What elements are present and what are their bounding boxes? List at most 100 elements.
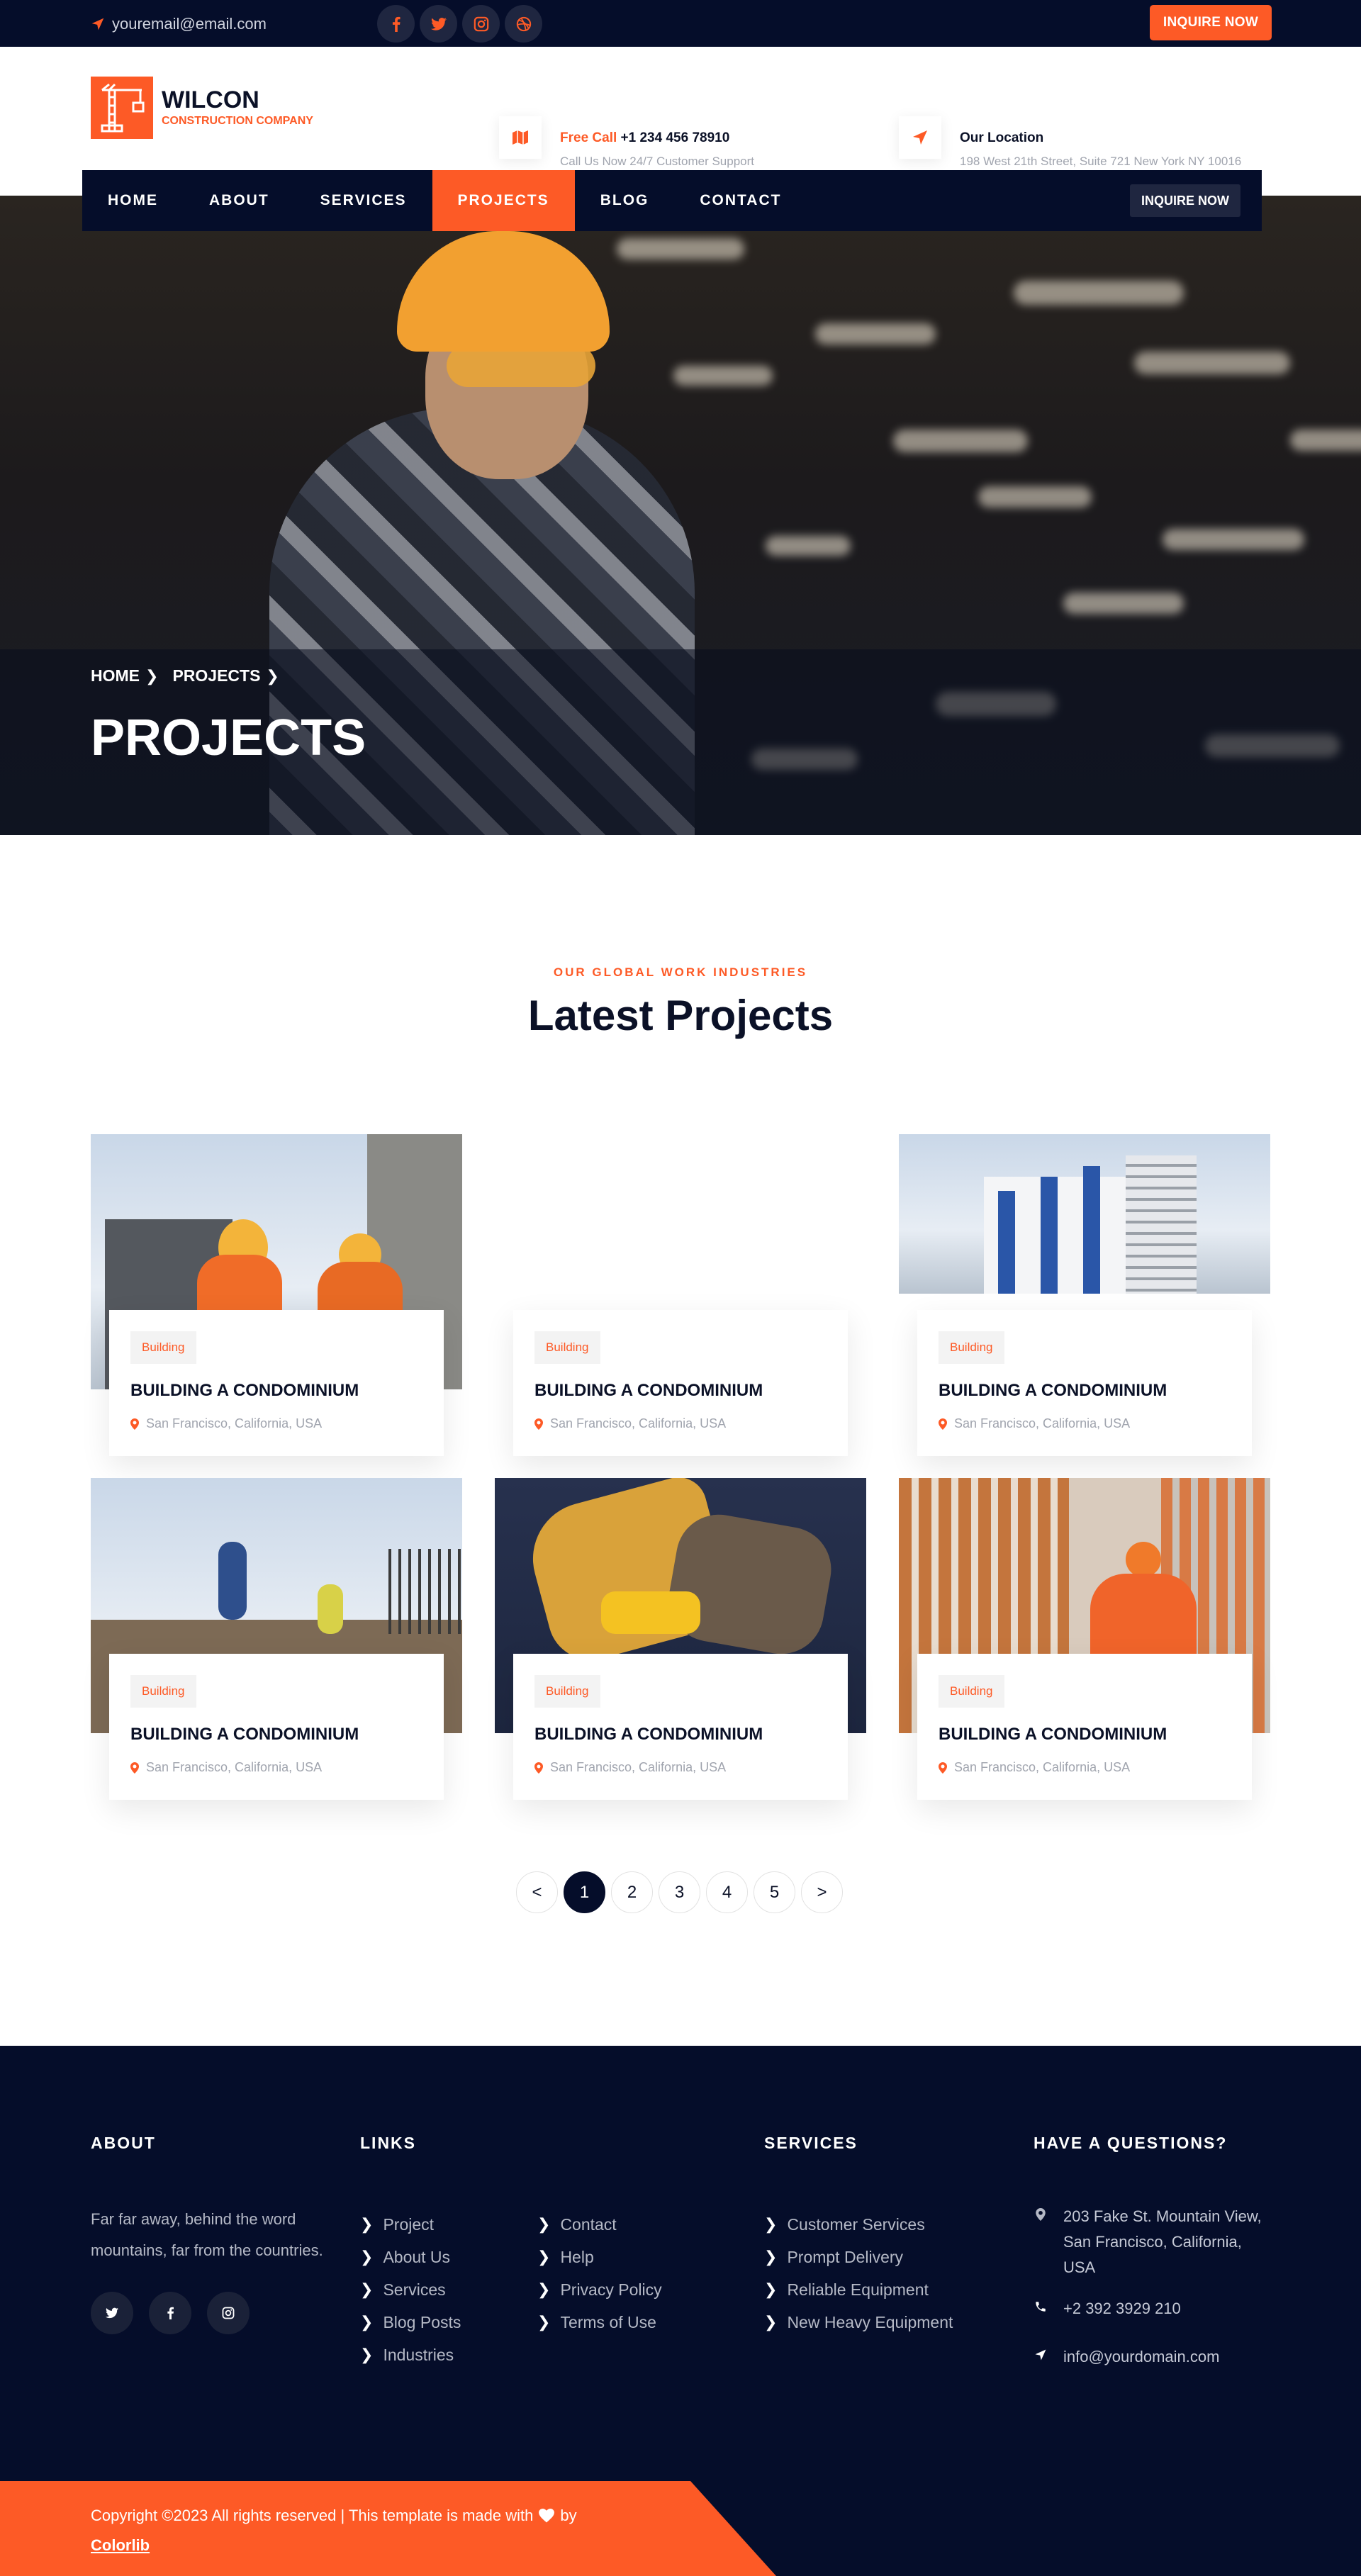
nav-inquire-button[interactable]: INQUIRE NOW bbox=[1130, 184, 1240, 217]
copyright-bar: Copyright ©2023 All rights reserved | Th… bbox=[0, 2481, 776, 2576]
hero-bokeh bbox=[1014, 281, 1184, 305]
map-pin-icon bbox=[939, 1762, 947, 1774]
project-title[interactable]: BUILDING A CONDOMINIUM bbox=[534, 1381, 827, 1401]
map-pin-icon bbox=[534, 1762, 543, 1774]
logo[interactable]: WILCON CONSTRUCTION COMPANY bbox=[91, 77, 313, 139]
project-title[interactable]: BUILDING A CONDOMINIUM bbox=[534, 1725, 827, 1745]
project-card[interactable]: Building BUILDING A CONDOMINIUM San Fran… bbox=[899, 1478, 1270, 1804]
copyright-text: Copyright ©2023 All rights reserved | Th… bbox=[91, 2507, 577, 2525]
nav-contact[interactable]: CONTACT bbox=[674, 170, 807, 231]
pagination-prev[interactable]: < bbox=[516, 1871, 558, 1913]
footer-about-heading: ABOUT bbox=[91, 2134, 156, 2152]
pagination-page-3[interactable]: 3 bbox=[659, 1871, 700, 1913]
footer-service-label: Reliable Equipment bbox=[787, 2280, 929, 2299]
topbar-inquire-button[interactable]: INQUIRE NOW bbox=[1150, 5, 1272, 40]
pagination-page-1[interactable]: 1 bbox=[564, 1871, 605, 1913]
footer-links-col1: ❯ Project ❯ About Us ❯ Services ❯ Blog Posts… bbox=[360, 2204, 537, 2375]
nav-blog[interactable]: BLOG bbox=[575, 170, 675, 231]
call-phone: +1 234 456 78910 bbox=[620, 130, 730, 145]
project-tag[interactable]: Building bbox=[130, 1675, 196, 1708]
chevron-right-icon: ❯ bbox=[537, 2313, 551, 2331]
chevron-right-icon: ❯ bbox=[764, 2313, 778, 2331]
instagram-icon[interactable] bbox=[462, 5, 500, 43]
nav-home[interactable]: HOME bbox=[82, 170, 184, 231]
top-bar: youremail@email.com INQUIRE NOW bbox=[0, 0, 1361, 47]
project-location-text: San Francisco, California, USA bbox=[954, 1760, 1131, 1774]
project-tag[interactable]: Building bbox=[939, 1331, 1004, 1364]
project-tag[interactable]: Building bbox=[939, 1675, 1004, 1708]
footer-service-new-heavy-equipment[interactable]: ❯ New Heavy Equipment bbox=[764, 2302, 953, 2343]
logo-subtitle: CONSTRUCTION COMPANY bbox=[162, 115, 313, 127]
project-title[interactable]: BUILDING A CONDOMINIUM bbox=[939, 1381, 1231, 1401]
dribbble-icon[interactable] bbox=[505, 5, 542, 43]
footer-link-label: Contact bbox=[560, 2214, 617, 2234]
footer-links: LINKS ❯ Project ❯ About Us ❯ Services ❯ Blog… bbox=[360, 2134, 662, 2375]
footer-about: ABOUT Far far away, behind the word moun… bbox=[91, 2134, 325, 2334]
twitter-icon[interactable] bbox=[420, 5, 457, 43]
chevron-right-icon: ❯ bbox=[360, 2280, 374, 2298]
chevron-right-icon: ❯ bbox=[764, 2280, 778, 2298]
project-title[interactable]: BUILDING A CONDOMINIUM bbox=[939, 1725, 1231, 1745]
chevron-right-icon: ❯ bbox=[764, 2248, 778, 2266]
topbar-email-text: youremail@email.com bbox=[112, 15, 267, 33]
project-title[interactable]: BUILDING A CONDOMINIUM bbox=[130, 1381, 422, 1401]
nav-services[interactable]: SERVICES bbox=[295, 170, 432, 231]
hero-bokeh bbox=[1134, 352, 1290, 374]
hero-bokeh bbox=[617, 238, 744, 259]
chevron-right-icon: ❯ bbox=[537, 2280, 551, 2298]
project-card[interactable]: Building BUILDING A CONDOMINIUM San Fran… bbox=[91, 1478, 462, 1804]
call-title[interactable]: Free Call +1 234 456 78910 bbox=[560, 130, 754, 146]
instagram-icon[interactable] bbox=[207, 2292, 250, 2334]
footer-link-label: Blog Posts bbox=[383, 2312, 461, 2331]
project-location-text: San Francisco, California, USA bbox=[146, 1760, 323, 1774]
pagination: < 1 2 3 4 5 > bbox=[516, 1871, 843, 1913]
pagination-page-2[interactable]: 2 bbox=[611, 1871, 653, 1913]
topbar-socials bbox=[377, 5, 542, 43]
footer-link-industries[interactable]: ❯ Industries bbox=[360, 2334, 537, 2375]
facebook-icon[interactable] bbox=[377, 5, 415, 43]
topbar-email[interactable]: youremail@email.com bbox=[91, 15, 267, 33]
project-title[interactable]: BUILDING A CONDOMINIUM bbox=[130, 1725, 422, 1745]
project-tag[interactable]: Building bbox=[534, 1331, 600, 1364]
paper-plane-icon bbox=[91, 18, 104, 30]
footer-link-label: Privacy Policy bbox=[560, 2280, 662, 2299]
header-call-block: Free Call +1 234 456 78910 Call Us Now 2… bbox=[499, 116, 755, 169]
project-tag[interactable]: Building bbox=[534, 1675, 600, 1708]
project-card[interactable]: Building BUILDING A CONDOMINIUM San Fran… bbox=[495, 1478, 866, 1804]
footer-link-terms-of-use[interactable]: ❯ Terms of Use bbox=[537, 2302, 662, 2343]
breadcrumb-projects-label: PROJECTS bbox=[172, 666, 261, 685]
call-subtitle: Call Us Now 24/7 Customer Support bbox=[560, 155, 755, 168]
project-card[interactable]: Building BUILDING A CONDOMINIUM San Fran… bbox=[899, 1134, 1270, 1460]
call-label: Free Call bbox=[560, 130, 617, 145]
project-location: San Francisco, California, USA bbox=[939, 1760, 1231, 1775]
footer-phone[interactable]: +2 392 3929 210 bbox=[1034, 2296, 1275, 2322]
hero-bokeh bbox=[1163, 529, 1304, 550]
project-card[interactable]: Building BUILDING A CONDOMINIUM San Fran… bbox=[91, 1134, 462, 1460]
project-location: San Francisco, California, USA bbox=[534, 1416, 827, 1431]
page-title: PROJECTS bbox=[91, 710, 366, 766]
map-pin-icon bbox=[130, 1418, 139, 1430]
footer-contact-list: 203 Fake St. Mountain View, San Francisc… bbox=[1034, 2204, 1275, 2370]
hero-bokeh bbox=[978, 486, 1092, 508]
project-card[interactable]: Building BUILDING A CONDOMINIUM San Fran… bbox=[495, 1134, 866, 1460]
project-image bbox=[899, 1134, 1270, 1294]
breadcrumb-home[interactable]: HOME ❯ bbox=[91, 666, 158, 685]
footer-about-text: Far far away, behind the word mountains,… bbox=[91, 2210, 323, 2259]
map-pin-icon bbox=[1036, 2208, 1046, 2221]
nav-about[interactable]: ABOUT bbox=[184, 170, 295, 231]
project-tag[interactable]: Building bbox=[130, 1331, 196, 1364]
pagination-page-4[interactable]: 4 bbox=[706, 1871, 748, 1913]
nav-projects[interactable]: PROJECTS bbox=[432, 170, 575, 231]
crane-icon bbox=[91, 77, 153, 139]
pagination-page-5[interactable]: 5 bbox=[754, 1871, 795, 1913]
footer-service-label: New Heavy Equipment bbox=[787, 2312, 953, 2331]
heart-icon bbox=[539, 2509, 555, 2523]
pagination-next[interactable]: > bbox=[801, 1871, 843, 1913]
colorlib-link[interactable]: Colorlib bbox=[91, 2536, 150, 2555]
facebook-icon[interactable] bbox=[149, 2292, 191, 2334]
chevron-right-icon: ❯ bbox=[266, 666, 279, 685]
map-icon bbox=[499, 116, 542, 159]
footer-email[interactable]: info@yourdomain.com bbox=[1034, 2344, 1275, 2370]
twitter-icon[interactable] bbox=[91, 2292, 133, 2334]
chevron-right-icon: ❯ bbox=[360, 2215, 374, 2233]
